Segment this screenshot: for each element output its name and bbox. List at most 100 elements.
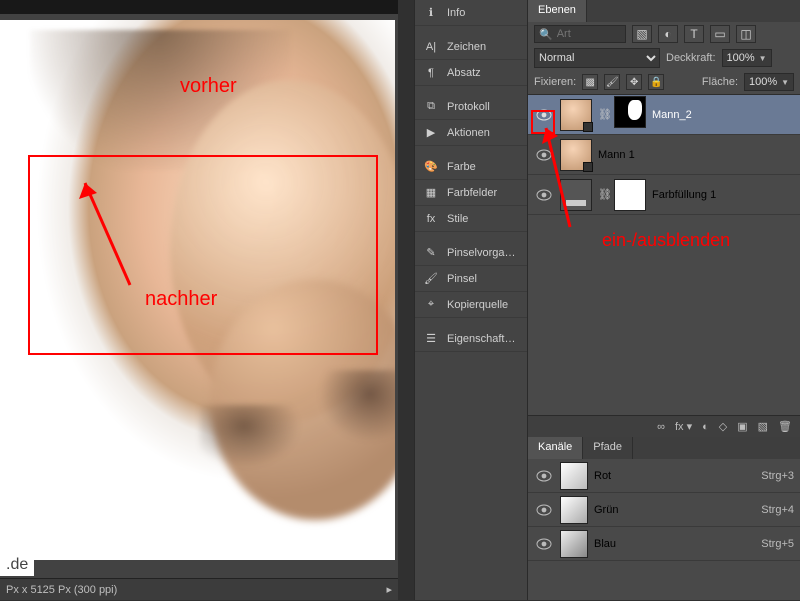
panel-label: Zeichen <box>447 41 486 53</box>
channel-row[interactable]: Grün Strg+4 <box>528 493 800 527</box>
paragraph-icon: ¶ <box>423 65 439 81</box>
panel-label: Farbfelder <box>447 187 497 199</box>
channel-name: Rot <box>594 470 611 482</box>
panel-styles[interactable]: fx Stile <box>415 206 527 232</box>
tab-paths[interactable]: Pfade <box>583 437 633 459</box>
layer-filter-input[interactable] <box>557 28 617 40</box>
channel-shortcut: Strg+3 <box>761 470 794 482</box>
fill-label: Fläche: <box>702 76 738 88</box>
brush-presets-icon: ✎ <box>423 245 439 261</box>
filter-smart-icon[interactable]: ◫ <box>736 25 756 43</box>
layers-bottom-strip: ∞ fx ▾ ◐ ◇ ▣ ▧ 🗑 <box>528 415 800 437</box>
panel-label: Pinsel <box>447 273 477 285</box>
layer-filter-row: 🔍 ▧ ◐ T ▭ ◫ <box>528 22 800 46</box>
opacity-field[interactable]: 100%▼ <box>722 49 772 67</box>
panel-label: Aktionen <box>447 127 490 139</box>
collapsed-panels-column: ℹInfo A| Zeichen ¶ Absatz ⧉Protokoll ▶Akti… <box>414 0 528 600</box>
panel-color[interactable]: 🎨Farbe <box>415 154 527 180</box>
panel-label: Pinselvorga… <box>447 247 515 259</box>
panel-info[interactable]: ℹInfo <box>415 0 527 26</box>
annotation-visibility-text: ein-/ausblenden <box>602 230 730 251</box>
fill-field[interactable]: 100%▼ <box>744 73 794 91</box>
panel-properties[interactable]: ☰Eigenschaft… <box>415 326 527 352</box>
panel-label: Stile <box>447 213 468 225</box>
channel-name: Grün <box>594 504 618 516</box>
watermark: .de <box>0 554 34 576</box>
document-image[interactable]: vorher nachher <box>0 20 395 560</box>
panel-history[interactable]: ⧉Protokoll <box>415 94 527 120</box>
blend-mode-select[interactable]: Normal <box>534 48 660 68</box>
status-bar: Px x 5125 Px (300 ppi) ▸ <box>0 578 398 600</box>
search-icon: 🔍 <box>539 28 553 41</box>
character-icon: A| <box>423 39 439 55</box>
layer-name[interactable]: Mann_2 <box>652 109 692 121</box>
styles-icon: fx <box>423 211 439 227</box>
visibility-toggle[interactable] <box>534 500 554 520</box>
channel-row[interactable]: Blau Strg+5 <box>528 527 800 561</box>
tab-channels[interactable]: Kanäle <box>528 437 583 459</box>
canvas-area[interactable]: vorher nachher .de Px x 5125 Px (300 ppi… <box>0 0 398 600</box>
group-icon[interactable]: ▣ <box>737 420 747 433</box>
annotation-before: vorher <box>180 75 237 98</box>
brush-icon: 🖌 <box>423 271 439 287</box>
panel-brush[interactable]: 🖌 Pinsel <box>415 266 527 292</box>
channel-thumbnail[interactable] <box>560 462 588 490</box>
filter-type-icon[interactable]: T <box>684 25 704 43</box>
opacity-label: Deckkraft: <box>666 52 716 64</box>
right-panel: Ebenen 🔍 ▧ ◐ T ▭ ◫ Normal Deckkraft: 100… <box>528 0 800 600</box>
panel-paragraph[interactable]: ¶ Absatz <box>415 60 527 86</box>
channels-tabbar: Kanäle Pfade <box>528 437 800 459</box>
panel-actions[interactable]: ▶Aktionen <box>415 120 527 146</box>
chevron-down-icon: ▼ <box>759 54 767 63</box>
adjustment-layer-icon[interactable]: ◇ <box>719 420 727 433</box>
layer-filter-kind[interactable]: 🔍 <box>534 25 626 43</box>
annotation-arrow <box>75 175 145 290</box>
add-mask-icon[interactable]: ◐ <box>702 421 709 433</box>
link-icon[interactable]: ⛓ <box>598 188 608 201</box>
layer-name[interactable]: Farbfüllung 1 <box>652 189 716 201</box>
link-icon[interactable]: ⛓ <box>598 108 608 121</box>
panel-character[interactable]: A| Zeichen <box>415 34 527 60</box>
panel-label: Eigenschaft… <box>447 333 515 345</box>
image-content <box>310 370 395 450</box>
channel-name: Blau <box>594 538 616 550</box>
visibility-toggle[interactable] <box>534 466 554 486</box>
status-chevron-icon[interactable]: ▸ <box>386 579 392 601</box>
lock-transparency-icon[interactable]: ▩ <box>582 74 598 90</box>
lock-all-icon[interactable]: 🔒 <box>648 74 664 90</box>
swatches-icon: ▦ <box>423 185 439 201</box>
blend-row: Normal Deckkraft: 100%▼ <box>528 46 800 70</box>
canvas-top-border <box>0 0 398 14</box>
filter-pixel-icon[interactable]: ▧ <box>632 25 652 43</box>
lock-label: Fixieren: <box>534 76 576 88</box>
layers-tabbar: Ebenen <box>528 0 800 22</box>
new-layer-icon[interactable]: ▧ <box>758 420 768 433</box>
annotation-highlight-box <box>531 110 555 134</box>
trash-icon[interactable]: 🗑 <box>778 420 792 433</box>
channel-thumbnail[interactable] <box>560 530 588 558</box>
link-layers-icon[interactable]: ∞ <box>657 421 665 433</box>
smart-object-icon <box>583 162 593 172</box>
filter-shape-icon[interactable]: ▭ <box>710 25 730 43</box>
visibility-toggle[interactable] <box>534 534 554 554</box>
channel-thumbnail[interactable] <box>560 496 588 524</box>
image-content <box>200 405 310 475</box>
panel-label: Absatz <box>447 67 481 79</box>
channel-row[interactable]: Rot Strg+3 <box>528 459 800 493</box>
panel-swatches[interactable]: ▦ Farbfelder <box>415 180 527 206</box>
layer-mask-thumbnail[interactable] <box>614 96 646 128</box>
tab-layers[interactable]: Ebenen <box>528 0 587 22</box>
layer-name[interactable]: Mann 1 <box>598 149 635 161</box>
panel-label: Farbe <box>447 161 476 173</box>
history-icon: ⧉ <box>423 99 439 115</box>
lock-position-icon[interactable]: ✥ <box>626 74 642 90</box>
panel-label: Info <box>447 7 465 19</box>
layer-mask-thumbnail[interactable] <box>614 179 646 211</box>
layer-fx-icon[interactable]: fx ▾ <box>675 420 692 433</box>
filter-adjust-icon[interactable]: ◐ <box>658 25 678 43</box>
lock-pixels-icon[interactable]: 🖌 <box>604 74 620 90</box>
chevron-down-icon: ▼ <box>781 78 789 87</box>
panel-brush-presets[interactable]: ✎ Pinselvorga… <box>415 240 527 266</box>
smart-object-icon <box>583 122 593 132</box>
panel-clone-source[interactable]: ⌖Kopierquelle <box>415 292 527 318</box>
